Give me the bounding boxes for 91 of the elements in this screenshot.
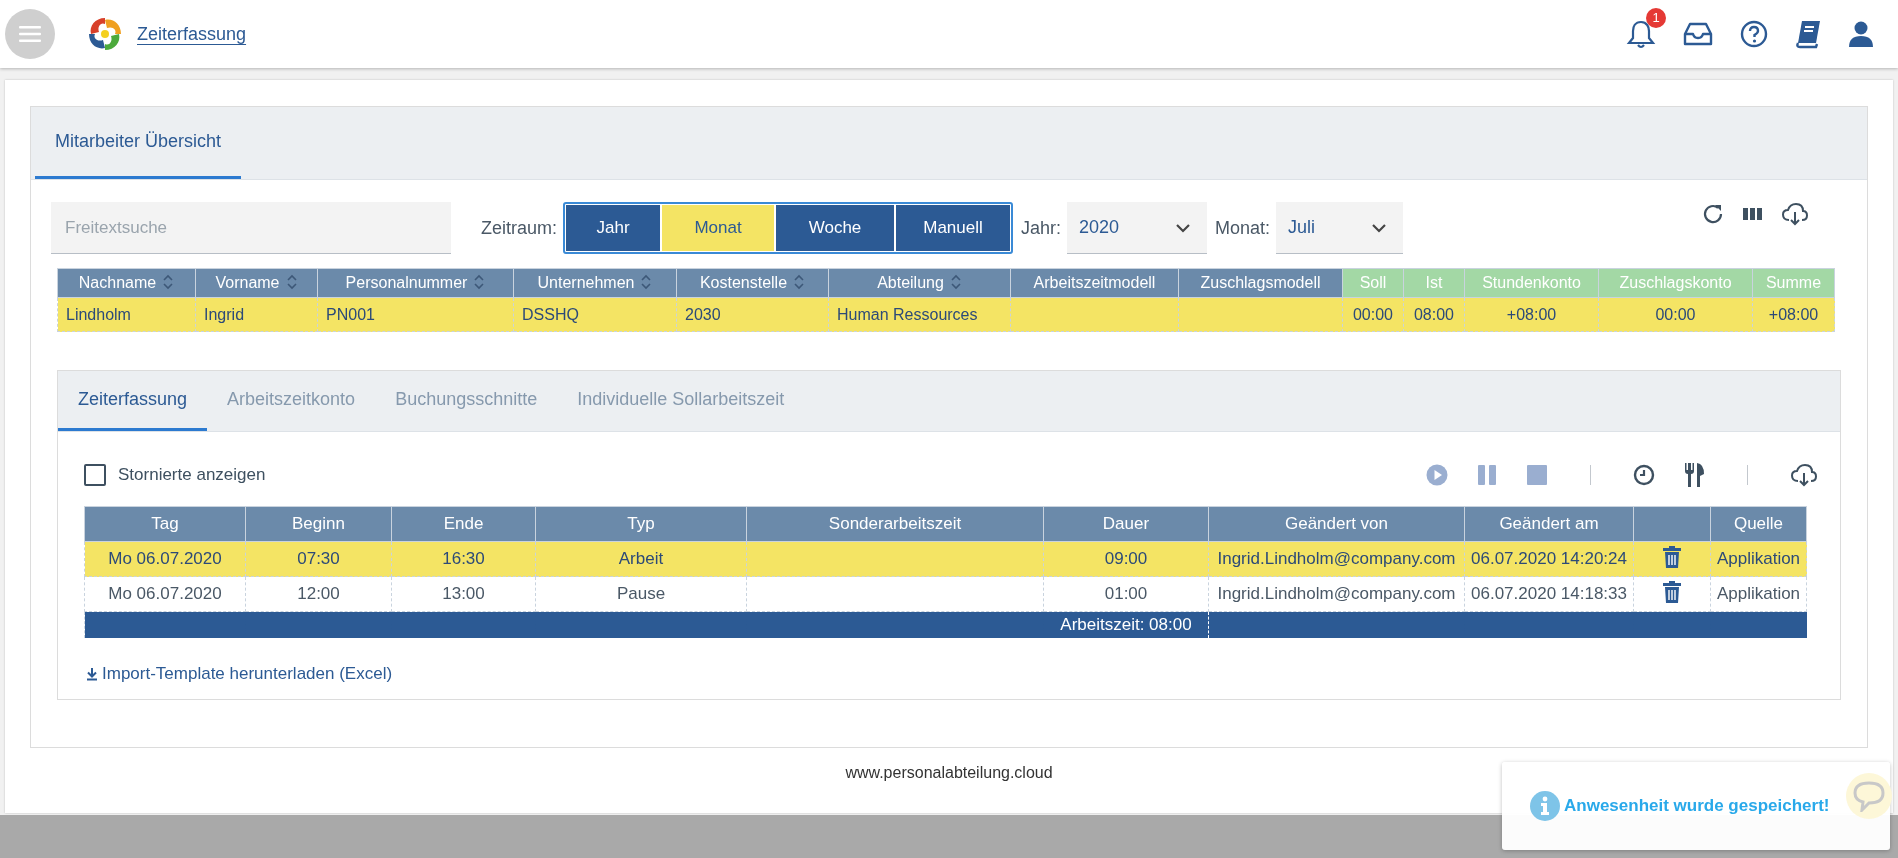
chat-bubble-icon [1852, 780, 1886, 812]
table-cell: +08:00 [1464, 297, 1599, 332]
table-cell: 2030 [676, 297, 829, 332]
refresh-icon[interactable] [1701, 202, 1725, 226]
checkbox[interactable] [84, 464, 106, 486]
column-header: Quelle [1710, 506, 1807, 542]
table-cell: Human Ressources [828, 297, 1011, 332]
book-icon[interactable] [1794, 19, 1822, 49]
period-option[interactable]: Manuell [896, 205, 1011, 251]
table-cell: 01:00 [1043, 576, 1209, 612]
cloud-download-icon[interactable] [1781, 202, 1809, 226]
column-header[interactable]: Personalnummer [317, 268, 514, 298]
sort-icon [473, 274, 486, 290]
column-header[interactable]: Nachname [57, 268, 196, 298]
sort-icon [640, 274, 653, 290]
chevron-down-icon [1371, 222, 1388, 233]
notification-badge: 1 [1646, 8, 1666, 28]
import-template-link[interactable]: Import-Template herunterladen (Excel) [86, 664, 393, 684]
column-header: Typ [535, 506, 747, 542]
table-cell: 13:00 [391, 576, 536, 612]
table-cell: 06.07.2020 14:18:33 [1464, 576, 1634, 612]
table-cell: Ingrid.Lindholm@company.com [1208, 541, 1465, 577]
year-select[interactable]: 2020 [1067, 202, 1208, 254]
table-cell: 00:00 [1598, 297, 1753, 332]
table-cell: Applikation [1710, 541, 1807, 577]
column-header: Dauer [1043, 506, 1209, 542]
year-label: Jahr: [1021, 217, 1062, 239]
column-header[interactable]: Arbeitszeitmodell [1010, 268, 1179, 298]
clock-icon[interactable] [1633, 464, 1655, 486]
app-title-link[interactable]: Zeiterfassung [137, 23, 247, 45]
details-tab[interactable]: Arbeitszeitkonto [207, 371, 376, 431]
period-option[interactable]: Monat [662, 205, 775, 251]
search-field[interactable]: Freitextsuche [51, 202, 451, 254]
table-cell: Ingrid.Lindholm@company.com [1208, 576, 1465, 612]
overview-tab[interactable]: Mitarbeiter Übersicht [35, 107, 242, 179]
footer-text: www.personalabteilung.cloud [844, 764, 1054, 782]
chevron-down-icon [1175, 222, 1192, 233]
menu-icon [19, 26, 41, 42]
checkbox-label: Stornierte anzeigen [118, 465, 266, 485]
table-cell: 00:00 [1342, 297, 1404, 332]
info-icon [1530, 791, 1560, 821]
table-cell: DSSHQ [513, 297, 677, 332]
column-header: Tag [84, 506, 246, 542]
toast-message: Anwesenheit wurde gespeichert! [1564, 796, 1830, 816]
table-cell: Mo 06.07.2020 [84, 576, 246, 612]
total-cell: Arbeitszeit: 08:00 [1043, 611, 1209, 638]
month-label: Monat: [1215, 217, 1271, 239]
table-cell: 09:00 [1043, 541, 1209, 577]
details-tab[interactable]: Buchungsschnitte [375, 371, 558, 431]
table-cell: 12:00 [245, 576, 392, 612]
sort-icon [949, 274, 962, 290]
column-header: Ende [391, 506, 536, 542]
sort-icon [793, 274, 806, 290]
help-icon[interactable] [1740, 20, 1768, 48]
period-option[interactable]: Jahr [566, 205, 661, 251]
column-header: Sonderarbeitszeit [746, 506, 1044, 542]
details-tab[interactable]: Zeiterfassung [58, 371, 208, 431]
trash-icon[interactable] [1663, 580, 1681, 603]
fork-knife-icon[interactable] [1683, 462, 1705, 488]
sort-icon [285, 274, 298, 290]
table-cell: Pause [535, 576, 747, 612]
column-header: Geändert am [1464, 506, 1634, 542]
column-header: Beginn [245, 506, 392, 542]
table-cell: 07:30 [245, 541, 392, 577]
table-cell: +08:00 [1752, 297, 1835, 332]
period-label: Zeitraum: [481, 217, 558, 239]
column-header[interactable]: Unternehmen [513, 268, 677, 298]
table-cell: 16:30 [391, 541, 536, 577]
table-cell: Ingrid [195, 297, 318, 332]
table-cell: Arbeit [535, 541, 747, 577]
columns-icon[interactable] [1743, 206, 1763, 222]
table-cell: Applikation [1710, 576, 1807, 612]
user-icon[interactable] [1848, 20, 1874, 48]
column-header: Geändert von [1208, 506, 1465, 542]
column-header[interactable]: Abteilung [828, 268, 1011, 298]
details-tab[interactable]: Individuelle Sollarbeitszeit [557, 371, 805, 431]
trash-icon[interactable] [1663, 545, 1681, 568]
month-select[interactable]: Juli [1276, 202, 1404, 254]
table-cell: Lindholm [57, 297, 196, 332]
table-cell: 06.07.2020 14:20:24 [1464, 541, 1634, 577]
download-icon [86, 667, 98, 681]
column-header[interactable]: Vorname [195, 268, 318, 298]
period-option[interactable]: Woche [776, 205, 895, 251]
table-cell: PN001 [317, 297, 514, 332]
table-cell: Mo 06.07.2020 [84, 541, 246, 577]
inbox-icon[interactable] [1682, 20, 1714, 48]
sort-icon [162, 274, 175, 290]
table-cell: 08:00 [1403, 297, 1465, 332]
column-header[interactable]: Kostenstelle [676, 268, 829, 298]
column-header[interactable]: Zuschlagsmodell [1178, 268, 1343, 298]
cloud-download-icon[interactable] [1790, 463, 1818, 487]
